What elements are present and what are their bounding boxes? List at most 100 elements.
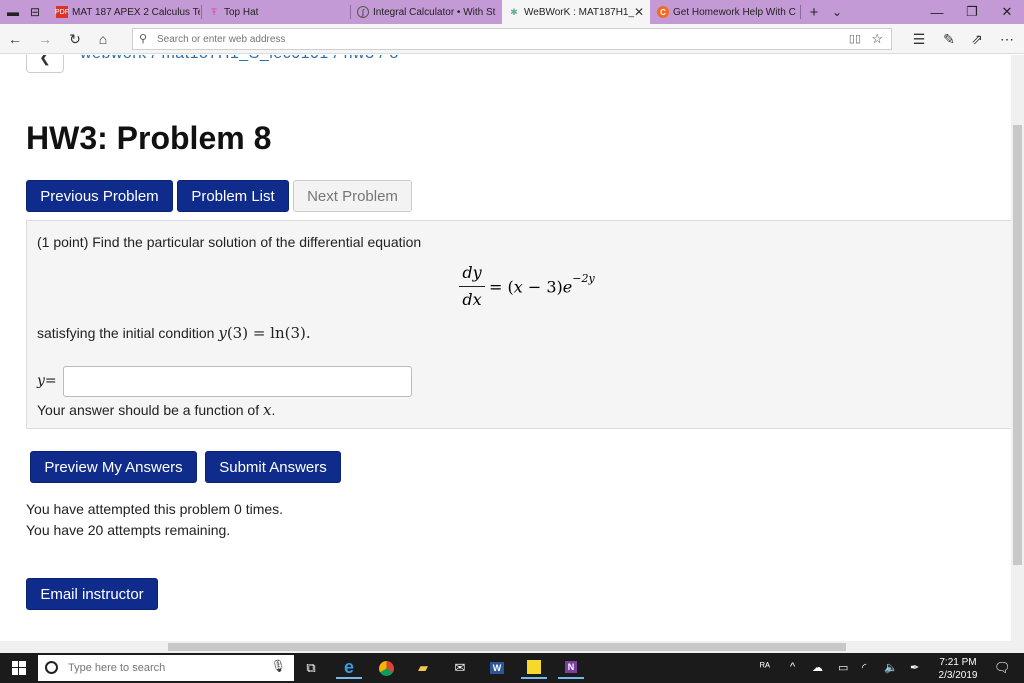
chevron-down-icon[interactable]: ⌄	[828, 0, 846, 24]
more-menu-icon[interactable]: ⋯	[996, 29, 1018, 49]
mail-icon[interactable]: ✉	[447, 657, 473, 679]
eq-x: x	[513, 277, 523, 297]
chrome-icon[interactable]	[373, 657, 399, 679]
restore-icon[interactable]: ❐	[955, 0, 989, 24]
tab-mat187[interactable]: PDF MAT 187 APEX 2 Calculus Te	[50, 0, 200, 24]
hint-end: .	[271, 402, 276, 418]
edge-browser-icon[interactable]: e	[336, 657, 362, 679]
clock-date: 2/3/2019	[938, 670, 978, 681]
cond-rest: (3) = ln(3).	[226, 324, 311, 342]
taskbar-search-box[interactable]: 🎙	[38, 655, 294, 681]
differential-equation: dy dx = (x − 3)e−2y	[459, 263, 639, 313]
initial-condition: satisfying the initial condition y(3) = …	[37, 324, 311, 342]
action-center-icon[interactable]: 🗨	[994, 660, 1011, 676]
eq-numerator: dy	[462, 263, 482, 282]
chevron-left-icon: ❮	[39, 55, 51, 65]
windows-start-button[interactable]	[0, 653, 38, 683]
breadcrumb[interactable]: webwork / mat187H1_S_lec0101 / hw3 / 8	[80, 55, 399, 63]
answer-hint: Your answer should be a function of x.	[37, 401, 275, 419]
problem-intro: (1 point) Find the particular solution o…	[37, 234, 422, 250]
problem-list-button[interactable]: Problem List	[177, 180, 289, 212]
windows-logo-icon	[12, 661, 26, 675]
eq-rhs: = (x − 3)e−2y	[489, 272, 595, 297]
answer-label: y=	[37, 373, 57, 389]
home-icon[interactable]: ⌂	[92, 29, 114, 49]
integral-icon: ∫	[357, 6, 369, 18]
vertical-scroll-thumb[interactable]	[1013, 125, 1022, 565]
eq-e: e	[562, 277, 573, 297]
chegg-icon: C	[657, 6, 669, 18]
show-hidden-icons-chevron[interactable]: ^	[790, 661, 795, 673]
taskbar-clock[interactable]: 7:21 PM 2/3/2019	[930, 656, 986, 682]
answer-input[interactable]	[63, 366, 412, 397]
tab-webwork[interactable]: ✱ WeBWorK : MAT187H1_ ✕	[502, 0, 650, 24]
new-tab-icon[interactable]: +	[805, 0, 823, 24]
attempts-made-text: You have attempted this problem 0 times.	[26, 501, 284, 517]
set-aside-tabs-icon[interactable]: ▬	[4, 0, 22, 24]
submit-answers-button[interactable]: Submit Answers	[205, 451, 341, 483]
horizontal-scrollbar[interactable]	[0, 641, 1024, 653]
pdf-icon: PDF	[55, 6, 69, 18]
reading-view-icon[interactable]: ▯▯	[849, 32, 861, 45]
cond-text: satisfying the initial condition	[37, 325, 219, 341]
browser-tab-bar: ▬ ⊟ PDF MAT 187 APEX 2 Calculus Te Ŧ Top…	[0, 0, 1024, 24]
favorite-star-icon[interactable]: ☆	[871, 31, 883, 47]
clock-time: 7:21 PM	[939, 657, 977, 668]
battery-icon[interactable]: ▭	[838, 661, 848, 674]
refresh-icon[interactable]: ↻	[64, 29, 86, 49]
forward-arrow-icon[interactable]: →	[34, 29, 56, 49]
address-toolbar: ← → ↻ ⌂ ⚲ ▯▯ ☆ ☰ ✎ ⇗ ⋯	[0, 24, 1024, 54]
close-tab-icon[interactable]: ✕	[634, 5, 644, 19]
page-title: HW3: Problem 8	[26, 120, 272, 156]
address-bar[interactable]: ⚲ ▯▯ ☆	[132, 28, 892, 50]
tab-integral-calculator[interactable]: ∫ Integral Calculator • With St	[351, 0, 501, 24]
breadcrumb-back-button[interactable]: ❮	[26, 55, 64, 73]
wifi-icon[interactable]: ◜	[862, 661, 866, 674]
problem-box: (1 point) Find the particular solution o…	[26, 220, 1011, 429]
onedrive-cloud-icon[interactable]: ☁	[812, 661, 823, 674]
back-arrow-icon[interactable]: ←	[4, 29, 26, 49]
eq-denominator: dx	[462, 290, 482, 309]
tab-tophat[interactable]: Ŧ Top Hat	[202, 0, 350, 24]
microphone-icon[interactable]: 🎙	[271, 659, 286, 673]
next-problem-button[interactable]: Next Problem	[293, 180, 412, 212]
previous-problem-button[interactable]: Previous Problem	[26, 180, 173, 212]
share-icon[interactable]: ⇗	[966, 29, 988, 49]
minimize-icon[interactable]: —	[920, 0, 954, 24]
close-window-icon[interactable]: ✕	[990, 0, 1024, 24]
horizontal-scroll-thumb[interactable]	[168, 643, 846, 651]
hint-text: Your answer should be a function of	[37, 402, 263, 418]
tab-label: MAT 187 APEX 2 Calculus Te	[72, 6, 200, 18]
tab-label: Top Hat	[224, 6, 259, 18]
eq-rhs-b: − 3)	[522, 277, 563, 297]
tab-chegg[interactable]: C Get Homework Help With C	[651, 0, 799, 24]
preview-answers-button[interactable]: Preview My Answers	[30, 451, 197, 483]
vertical-scrollbar[interactable]	[1011, 55, 1024, 641]
eq-exponent: −2y	[572, 272, 595, 285]
task-view-icon[interactable]: ⧉	[298, 657, 324, 679]
taskbar-search-input[interactable]	[66, 660, 266, 676]
tophat-icon: Ŧ	[211, 7, 217, 17]
file-explorer-icon[interactable]: ▰	[410, 657, 436, 679]
address-input[interactable]	[155, 31, 855, 47]
pen-notes-icon[interactable]: ✎	[938, 29, 960, 49]
tab-label: Get Homework Help With C	[673, 6, 796, 18]
tab-preview-icon[interactable]: ⊟	[26, 0, 44, 24]
word-icon[interactable]: W	[484, 657, 510, 679]
eq-rhs-a: = (	[489, 277, 514, 297]
people-icon[interactable]: ᴿᴬ	[760, 661, 770, 673]
favorites-hub-icon[interactable]: ☰	[908, 29, 930, 49]
cond-y: y	[218, 324, 227, 342]
windows-taskbar: 🎙 ⧉ e ▰ ✉ W N ᴿᴬ ^ ☁ ▭ ◜ 🔈 ✒ 7:21 PM 2/3…	[0, 653, 1024, 683]
email-instructor-button[interactable]: Email instructor	[26, 578, 158, 610]
webwork-icon: ✱	[510, 6, 518, 17]
pen-workspace-icon[interactable]: ✒	[910, 661, 919, 674]
volume-icon[interactable]: 🔈	[884, 661, 898, 674]
tab-label: Integral Calculator • With St	[373, 6, 496, 18]
page-content: ❮ webwork / mat187H1_S_lec0101 / hw3 / 8…	[0, 55, 1011, 641]
cortana-icon	[45, 661, 58, 674]
attempts-remaining-text: You have 20 attempts remaining.	[26, 522, 231, 538]
sticky-notes-icon[interactable]	[521, 657, 547, 679]
onenote-icon[interactable]: N	[558, 657, 584, 679]
tab-label: WeBWorK : MAT187H1_	[524, 6, 635, 18]
